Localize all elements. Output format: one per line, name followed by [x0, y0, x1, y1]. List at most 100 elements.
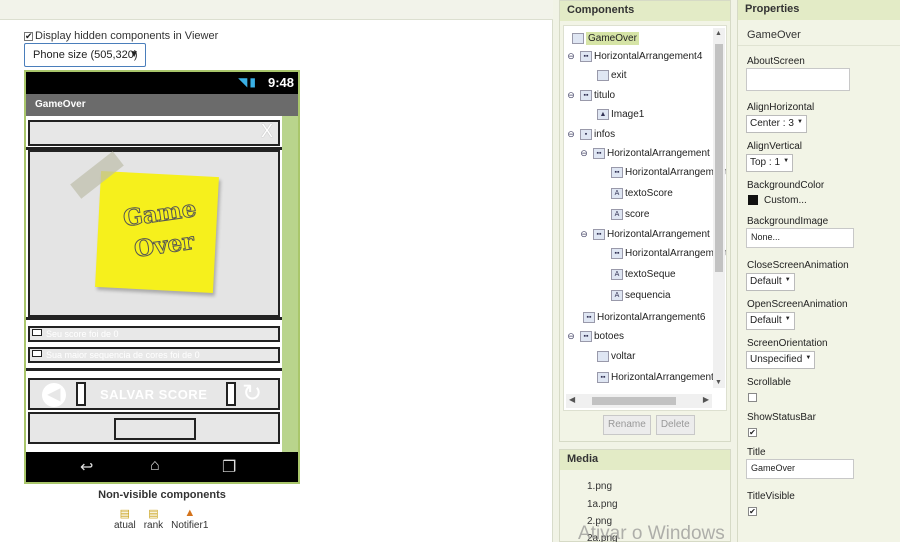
phone-size-select[interactable]: Phone size (505,320) ▼	[24, 43, 146, 67]
label-icon: A	[611, 208, 623, 220]
exit-button[interactable]: X	[261, 121, 273, 142]
prop-label: ScreenOrientation	[747, 338, 828, 349]
open-animation-select[interactable]: Default ▼	[746, 312, 795, 330]
status-time: 9:48	[267, 75, 294, 90]
signal-battery-icons: ◥▮	[238, 75, 258, 89]
score-row[interactable]: Seu score foi de 0	[28, 326, 280, 342]
tree-item[interactable]: ⊖ ▪▪ HorizontalArrangement	[579, 226, 710, 242]
scroll-up-icon[interactable]: ▲	[715, 30, 722, 37]
database-icon: ▤	[119, 508, 131, 520]
about-screen-textarea[interactable]	[746, 68, 850, 91]
arrangement-marker	[32, 350, 42, 357]
media-file[interactable]: 1.png	[587, 481, 612, 492]
arrangement-icon: ▪▪	[580, 89, 592, 101]
tree-item[interactable]: A score	[611, 206, 649, 222]
tree-item[interactable]: ⊖ ▪▪ titulo	[566, 87, 615, 103]
delete-button[interactable]: Delete	[655, 415, 695, 435]
collapse-icon[interactable]: ⊖	[566, 331, 576, 342]
warning-icon: ▲	[184, 507, 196, 519]
arrangement-icon: ▪▪	[580, 330, 592, 342]
collapse-icon[interactable]: ⊖	[566, 51, 576, 62]
tree-item[interactable]: ⊖ ▪▪ HorizontalArrangement	[579, 145, 710, 161]
button-icon	[597, 350, 609, 362]
nonvisible-item[interactable]: ▤ rank	[144, 507, 163, 531]
collapse-icon[interactable]: ⊖	[566, 90, 576, 101]
activation-watermark: Ativar o Windows	[578, 523, 725, 542]
show-status-bar-checkbox[interactable]: ✔	[748, 428, 757, 437]
tree-item[interactable]: voltar	[597, 348, 635, 364]
botoes-arrangement[interactable]: ◀ SALVAR SCORE ↻	[28, 378, 280, 410]
tree-item[interactable]: ⊖ ▪ infos	[566, 126, 615, 142]
tree-label: score	[625, 208, 650, 220]
chevron-down-icon: ▼	[783, 158, 790, 164]
horizontal-arrangement-bottom[interactable]	[28, 412, 280, 444]
arrangement-icon: ▪▪	[593, 147, 605, 159]
scroll-down-icon[interactable]: ▼	[715, 379, 722, 386]
scroll-left-icon[interactable]: ◀	[569, 395, 575, 404]
arrangement-icon: ▪▪	[593, 228, 605, 240]
chevron-down-icon: ▼	[784, 277, 791, 283]
tree-item[interactable]: ▪▪ HorizontalArrangement	[597, 369, 714, 385]
display-hidden-row[interactable]: ✔ Display hidden components in Viewer	[24, 30, 218, 42]
salvar-score-button[interactable]: SALVAR SCORE	[100, 387, 207, 402]
arrangement-icon: ▪▪	[597, 371, 609, 383]
vertical-scrollbar[interactable]: ▲ ▼	[713, 28, 725, 388]
tree-item[interactable]: ⊖ ▪▪ HorizontalArrangement4	[566, 48, 702, 64]
collapse-icon[interactable]: ⊖	[566, 129, 576, 140]
image1[interactable]: Game Over	[28, 150, 280, 317]
back-arrow-icon[interactable]: ◀	[42, 383, 66, 407]
tree-item[interactable]: A textoSeque	[611, 266, 676, 282]
inner-button-placeholder[interactable]	[114, 418, 196, 440]
label-icon: A	[611, 289, 623, 301]
collapse-icon[interactable]: ⊖	[579, 148, 589, 159]
header-arrangement[interactable]: X	[28, 120, 280, 146]
tree-item[interactable]: exit	[597, 67, 627, 83]
scrollable-checkbox[interactable]	[748, 393, 757, 402]
prop-label: BackgroundColor	[747, 180, 825, 191]
screen-icon	[572, 32, 584, 44]
tree-item[interactable]: ⊖ ▪▪ botoes	[566, 328, 624, 344]
tree-item[interactable]: ▲ Image1	[597, 106, 644, 122]
sequence-row[interactable]: Sua maior sequencia de cores foi de 0	[28, 347, 280, 363]
nonvisible-label: atual	[114, 520, 136, 531]
tree-item-gameover[interactable]: GameOver	[572, 30, 639, 46]
collapse-icon[interactable]: ⊖	[579, 229, 589, 240]
components-panel: Components GameOver ⊖ ▪▪ HorizontalArran…	[559, 0, 731, 442]
horizontal-scrollbar[interactable]: ◀ ▶	[566, 394, 712, 408]
prop-label: CloseScreenAnimation	[747, 260, 849, 271]
spacer-box	[76, 382, 86, 406]
tree-item[interactable]: A textoScore	[611, 185, 673, 201]
background-image-picker[interactable]: None...	[746, 228, 854, 248]
tree-item[interactable]: ▪▪ HorizontalArrangement	[611, 164, 726, 180]
close-animation-select[interactable]: Default ▼	[746, 273, 795, 291]
screen-title: GameOver	[35, 99, 86, 110]
properties-title: Properties	[738, 0, 900, 20]
prop-label: AboutScreen	[747, 56, 805, 67]
title-visible-checkbox[interactable]: ✔	[748, 507, 757, 516]
color-swatch[interactable]	[748, 195, 758, 205]
media-file[interactable]: 1a.png	[587, 499, 618, 510]
scroll-thumb[interactable]	[592, 397, 676, 405]
scroll-right-icon[interactable]: ▶	[703, 395, 709, 404]
select-value: Top : 1	[750, 157, 781, 168]
chevron-down-icon: ▼	[129, 49, 139, 60]
reload-icon[interactable]: ↻	[242, 379, 262, 408]
tree-item[interactable]: ▪▪ HorizontalArrangement	[611, 245, 726, 261]
arrangement-icon: ▪▪	[611, 166, 623, 178]
align-horizontal-select[interactable]: Center : 3 ▼	[746, 115, 807, 133]
display-hidden-checkbox[interactable]: ✔	[24, 31, 33, 41]
nonvisible-item[interactable]: ▤ atual	[114, 507, 136, 531]
title-input[interactable]: GameOver	[746, 459, 854, 479]
chevron-down-icon: ▼	[805, 355, 812, 361]
screen-orientation-select[interactable]: Unspecified ▼	[746, 351, 816, 369]
tree-item[interactable]: ▪▪ HorizontalArrangement6	[583, 309, 705, 325]
align-vertical-select[interactable]: Top : 1 ▼	[746, 154, 794, 172]
prop-label: BackgroundImage	[747, 216, 829, 227]
background-color-value[interactable]: Custom...	[764, 195, 807, 206]
scroll-thumb[interactable]	[715, 44, 723, 272]
back-nav-icon: ↩	[80, 459, 94, 476]
tree-item[interactable]: A sequencia	[611, 287, 671, 303]
rename-button[interactable]: Rename	[603, 415, 651, 435]
component-tree: GameOver ⊖ ▪▪ HorizontalArrangement4 exi…	[563, 25, 727, 411]
nonvisible-item[interactable]: ▲ Notifier1	[171, 507, 208, 531]
